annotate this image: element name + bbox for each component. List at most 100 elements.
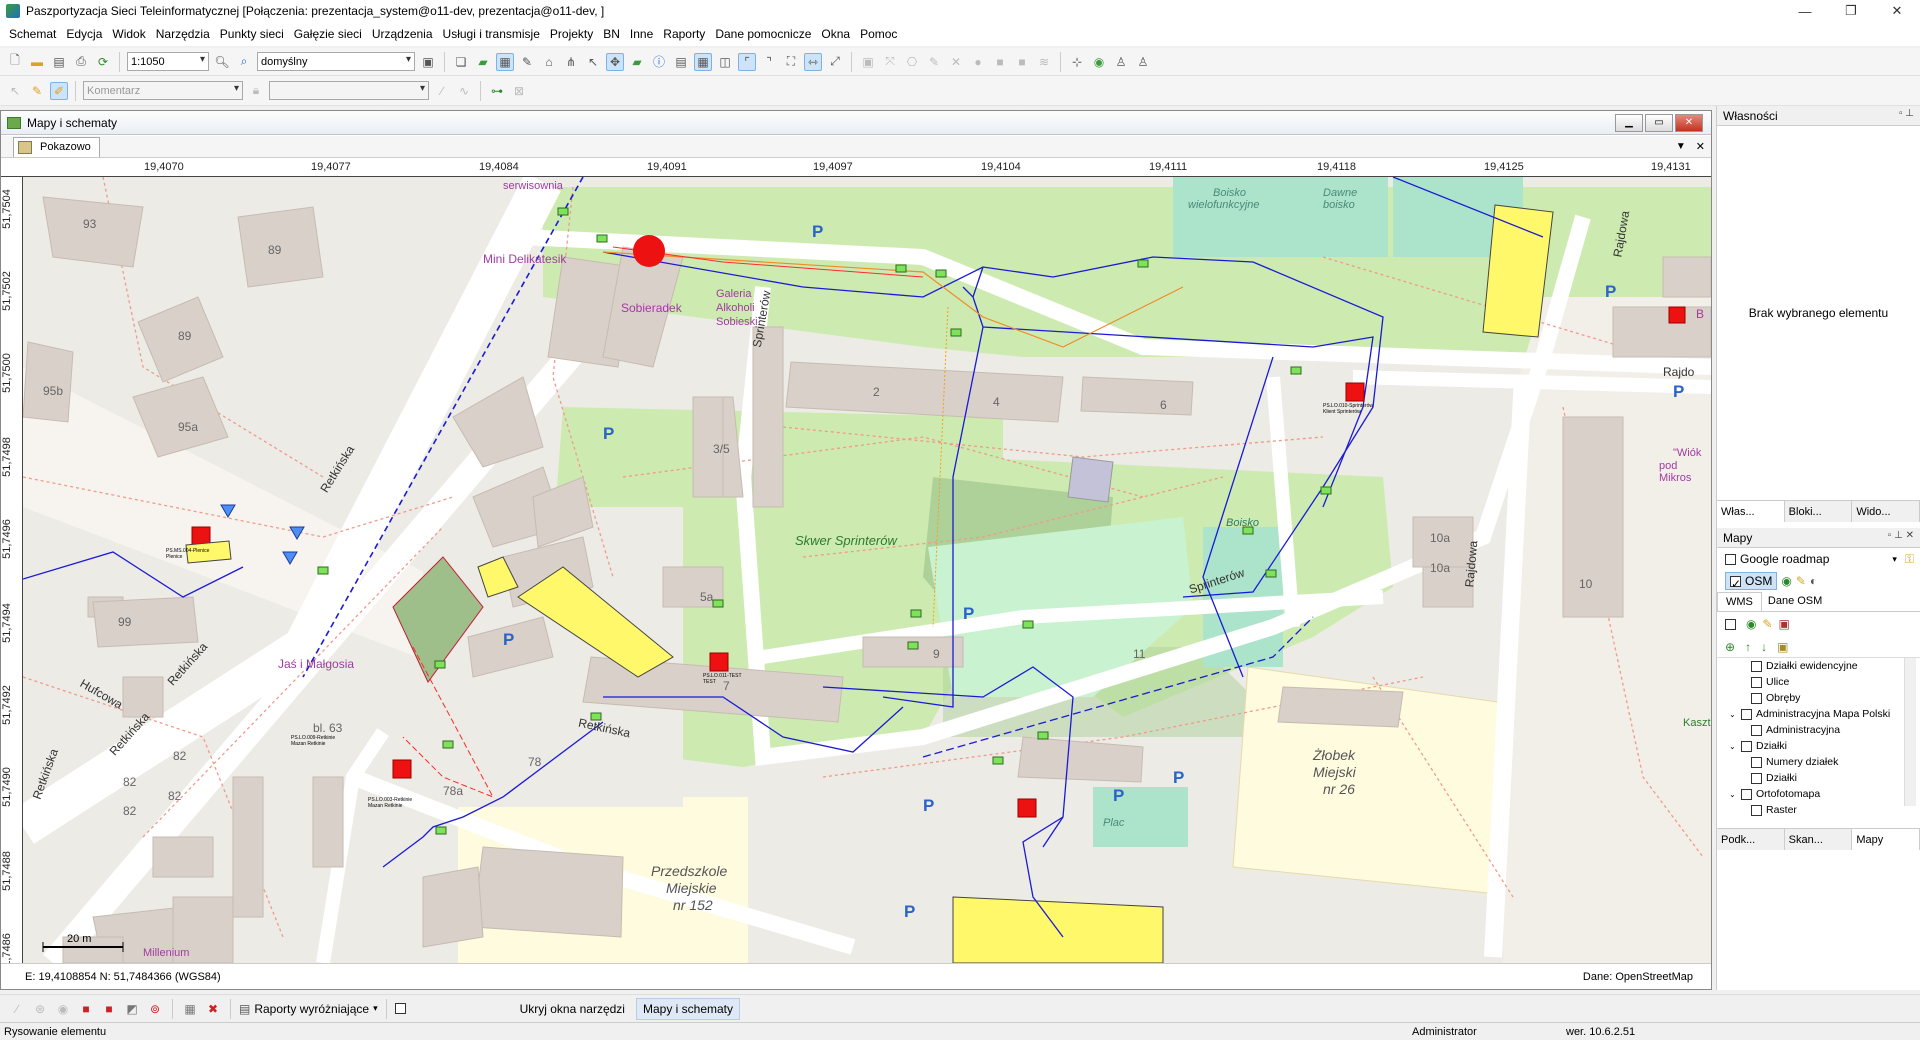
disabled-tool-6-icon[interactable]: ■ <box>991 53 1009 71</box>
refresh-icon[interactable]: ⟳ <box>94 53 112 71</box>
zoom-icon[interactable]: 🔍︎ <box>213 53 231 71</box>
draw-icon[interactable]: ∕ <box>8 1000 26 1018</box>
tab-mapy[interactable]: Mapy <box>1852 829 1920 850</box>
tab-widok[interactable]: Wido... <box>1852 501 1920 522</box>
maps-pin-icon[interactable]: ▫ ⊥ ✕ <box>1888 530 1914 541</box>
device-label-retkinie-1[interactable]: PS.LO.009-Retkinie Mazan Retkinie <box>291 735 341 747</box>
style-select[interactable] <box>269 81 429 100</box>
device-label-test[interactable]: PS.LO.011-TEST TEST <box>703 673 753 685</box>
menu-schemat[interactable]: Schemat <box>4 27 61 41</box>
hide-tools-button[interactable]: Ukryj okna narzędzi <box>514 999 631 1019</box>
wms-checkbox[interactable] <box>1725 618 1736 630</box>
layer-icon[interactable]: ▰ <box>628 53 646 71</box>
tree-checkbox[interactable] <box>1751 676 1762 688</box>
info-icon[interactable]: ⓘ <box>650 53 668 71</box>
tree-checkbox[interactable] <box>1751 692 1762 704</box>
pencil-icon[interactable]: ✎ <box>28 82 46 100</box>
line-tool-icon[interactable]: ∕ <box>433 82 451 100</box>
tab-wms[interactable]: WMS <box>1717 592 1762 611</box>
connect-icon[interactable]: ⊶ <box>488 82 506 100</box>
osm-toggle[interactable]: ✓ OSM <box>1725 572 1778 591</box>
osm-checkbox[interactable]: ✓ <box>1730 575 1741 591</box>
print-icon[interactable]: ⎙ <box>72 53 90 71</box>
menu-uslugi[interactable]: Usługi i transmisje <box>438 27 545 41</box>
key-icon[interactable]: ⚿ <box>1905 552 1914 567</box>
person2-icon[interactable]: ♙ <box>1134 53 1152 71</box>
tree-item-dzialki-2[interactable]: Działki <box>1766 772 1797 784</box>
tree-expand-icon[interactable]: ⌄ <box>1729 710 1741 719</box>
disabled-tool-8-icon[interactable]: ≋ <box>1035 53 1053 71</box>
save-icon[interactable]: ▤ <box>50 53 68 71</box>
menu-okna[interactable]: Okna <box>816 27 855 41</box>
disabled-tool-3-icon[interactable]: ⎔ <box>903 53 921 71</box>
view-select[interactable]: domyślny <box>257 52 415 71</box>
corner-icon[interactable]: ⌜ <box>738 52 756 71</box>
lock-icon[interactable]: 🔒︎ <box>247 82 265 100</box>
osm-contrast-icon[interactable]: ◐ <box>1810 574 1817 588</box>
restore-button[interactable]: ❐ <box>1828 0 1874 22</box>
curve-tool-icon[interactable]: ∿ <box>455 82 473 100</box>
layers-icon[interactable]: ▣ <box>419 53 437 71</box>
comment-select[interactable]: Komentarz <box>83 81 243 100</box>
tree-scrollbar[interactable] <box>1904 658 1916 806</box>
menu-inne[interactable]: Inne <box>625 27 658 41</box>
device-label-sprinterow[interactable]: PS.LO.010-Sprinterów Klient Sprinterów <box>1323 403 1378 415</box>
tab-dane-osm[interactable]: Dane OSM <box>1762 592 1828 611</box>
tree-item-ortofotomapa[interactable]: Ortofotomapa <box>1756 788 1820 800</box>
table-icon[interactable]: ▤ <box>672 53 690 71</box>
google-dropdown-chevron-icon[interactable]: ▾ <box>1892 554 1897 565</box>
red-square-2-icon[interactable]: ■ <box>100 1000 118 1018</box>
measure-icon[interactable]: ⇿ <box>804 52 822 71</box>
delete-red-icon[interactable]: ✖ <box>204 1000 222 1018</box>
disabled-tool-5-icon[interactable]: ● <box>969 53 987 71</box>
building-icon[interactable]: ⌂ <box>540 53 558 71</box>
pin-icon[interactable]: ▫ ⊥ <box>1899 108 1914 119</box>
person-icon[interactable]: ♙ <box>1112 53 1130 71</box>
tree-expand-icon[interactable]: ⌄ <box>1729 790 1741 799</box>
mdi-minimize-button[interactable]: ▁ <box>1615 113 1643 132</box>
tab-close-icon[interactable]: ✕ <box>1696 140 1705 153</box>
tool-icon[interactable]: ✎ <box>518 53 536 71</box>
tree-expand-icon[interactable]: ⌄ <box>1729 742 1741 751</box>
zoom-area-icon[interactable]: ⌕ <box>235 53 253 71</box>
network-icon[interactable]: ⊹ <box>1068 53 1086 71</box>
grid-icon[interactable]: ▦ <box>181 1000 199 1018</box>
wms-edit-icon[interactable]: ✎ <box>1762 617 1772 631</box>
red-square-icon[interactable]: ■ <box>77 1000 95 1018</box>
osm-edit-icon[interactable]: ✎ <box>1796 574 1806 588</box>
google-checkbox[interactable] <box>1725 553 1736 565</box>
disabled-tool-7-icon[interactable]: ■ <box>1013 53 1031 71</box>
menu-dane-pomocnicze[interactable]: Dane pomocnicze <box>710 27 816 41</box>
menu-punkty-sieci[interactable]: Punkty sieci <box>215 27 289 41</box>
tree-item-dzialki[interactable]: Działki <box>1756 740 1787 752</box>
tab-pokazowo[interactable]: Pokazowo <box>13 136 100 157</box>
device-label-plenice[interactable]: PS.MS.004-Plenice Plenice <box>166 548 216 560</box>
move-up-icon[interactable]: ↑ <box>1745 640 1751 654</box>
disabled-tool-4-icon[interactable]: ✎ <box>925 53 943 71</box>
tab-list-chevron-icon[interactable]: ▼ <box>1676 141 1686 152</box>
tab-wlasnosci[interactable]: Włas... <box>1717 501 1785 522</box>
tree-checkbox[interactable] <box>1751 772 1762 784</box>
clear-icon[interactable]: ⊠ <box>510 82 528 100</box>
device-icon[interactable]: ⊚ <box>146 1000 164 1018</box>
expand-icon[interactable]: ⤢ <box>826 53 844 71</box>
menu-projekty[interactable]: Projekty <box>545 27 598 41</box>
pointer-icon[interactable]: ↖ <box>6 82 24 100</box>
pan-icon[interactable]: ✥ <box>606 52 624 71</box>
tree-item-ulice[interactable]: Ulice <box>1766 676 1789 688</box>
menu-pomoc[interactable]: Pomoc <box>855 27 902 41</box>
tree-checkbox[interactable] <box>1751 756 1762 768</box>
globe-icon[interactable]: ◉ <box>1090 53 1108 71</box>
osm-globe-icon[interactable]: ◉ <box>1781 574 1791 588</box>
split-icon[interactable]: ◫ <box>716 53 734 71</box>
select-icon[interactable]: ↖ <box>584 53 602 71</box>
copy-icon[interactable]: ❏ <box>452 53 470 71</box>
node-icon[interactable]: ⊛ <box>31 1000 49 1018</box>
menu-urzadzenia[interactable]: Urządzenia <box>367 27 438 41</box>
layer-settings-icon[interactable]: ▣ <box>1777 640 1788 654</box>
tree-item-numery-dzialek[interactable]: Numery działek <box>1766 756 1838 768</box>
minimize-button[interactable]: — <box>1782 0 1828 22</box>
scale-select[interactable]: 1:1050 <box>127 52 209 71</box>
tab-bloki[interactable]: Bloki... <box>1785 501 1853 522</box>
frame-icon[interactable]: ⛶ <box>782 53 800 71</box>
